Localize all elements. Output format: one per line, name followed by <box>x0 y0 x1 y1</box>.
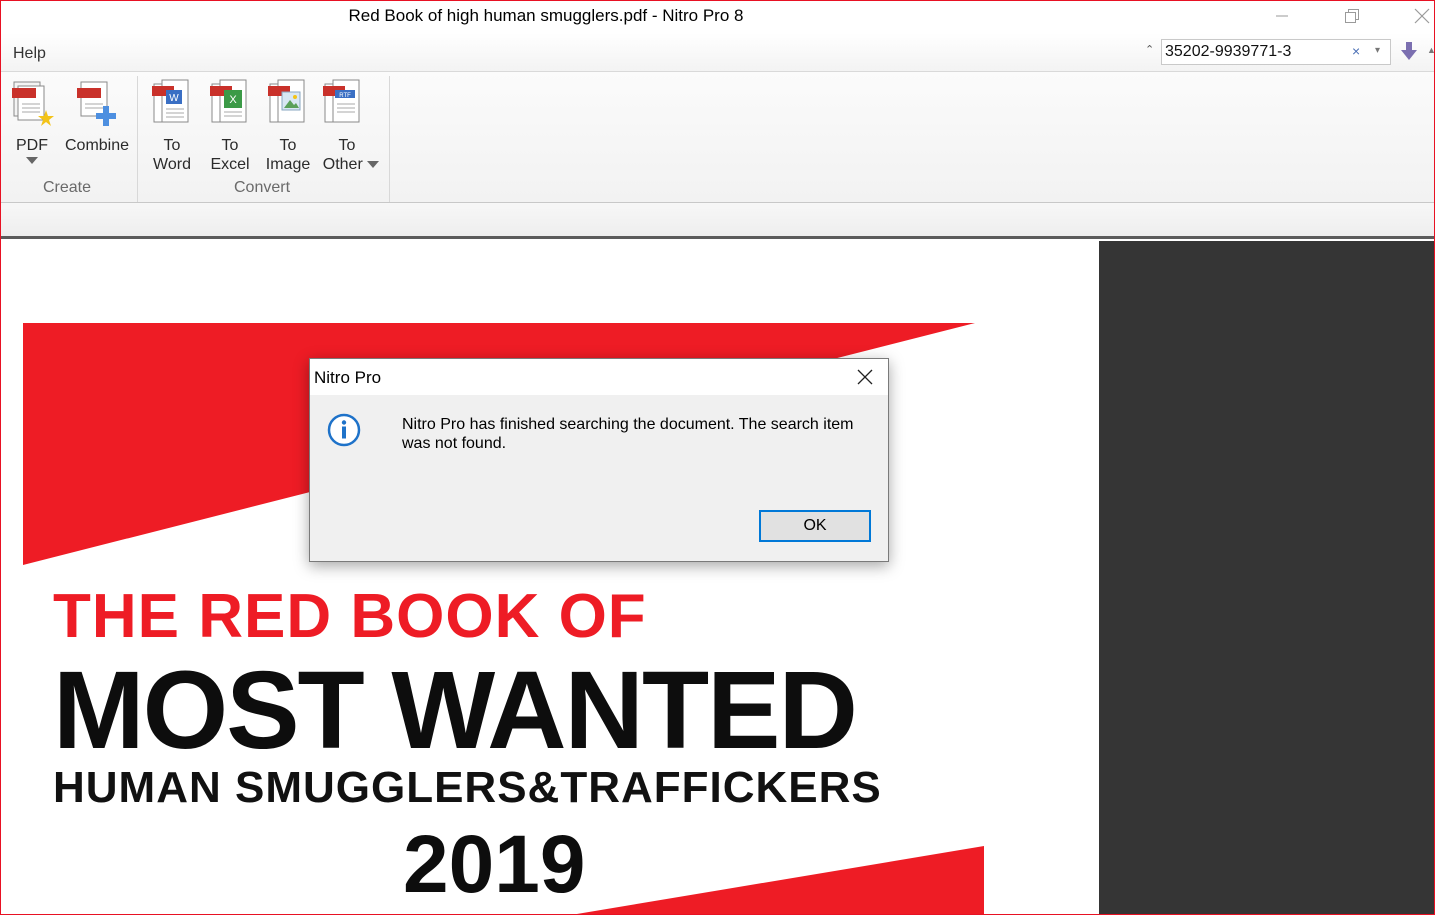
app-window: Red Book of high human smugglers.pdf - N… <box>0 0 1435 915</box>
rtf-document-icon: RTF <box>323 79 360 123</box>
title-bar: Red Book of high human smugglers.pdf - N… <box>1 1 1434 33</box>
cover-heading-main: MOST WANTED <box>53 649 858 772</box>
chevron-down-icon <box>367 161 380 169</box>
ribbon: PDF Combine Create W To Word X To Excel … <box>1 71 1434 203</box>
pdf-create-label: PDF <box>16 137 48 154</box>
menu-bar: Help ⌃ × ▾ ▲ <box>1 33 1434 71</box>
word-document-icon: W <box>152 79 189 123</box>
minimize-icon <box>1276 15 1288 17</box>
to-image-label-line2: Image <box>265 156 311 173</box>
combine-label: Combine <box>64 137 130 154</box>
svg-text:W: W <box>169 93 179 104</box>
to-other-button[interactable]: RTF To Other <box>317 78 385 174</box>
to-other-label-line1: To <box>338 137 356 154</box>
to-image-label-line1: To <box>279 137 297 154</box>
chevron-down-icon <box>26 157 38 164</box>
close-button[interactable] <box>1399 1 1434 31</box>
minimize-button[interactable] <box>1259 1 1305 31</box>
to-other-label-line2: Other <box>322 156 363 173</box>
to-excel-label-line1: To <box>221 137 239 154</box>
to-excel-label-line2: Excel <box>210 156 250 173</box>
convert-group-label: Convert <box>234 179 291 196</box>
search-bar: ⌃ × ▾ ▲ <box>1143 39 1434 65</box>
document-viewport[interactable]: THE RED BOOK OF MOST WANTED HUMAN SMUGGL… <box>1 241 1434 914</box>
pdf-create-button[interactable]: PDF <box>9 78 55 164</box>
cover-year: 2019 <box>403 819 586 910</box>
dialog-message: Nitro Pro has finished searching the doc… <box>402 416 854 452</box>
search-next-icon[interactable] <box>1399 39 1419 65</box>
svg-text:X: X <box>229 94 237 106</box>
search-box[interactable]: × ▾ <box>1161 39 1391 65</box>
cover-heading-red: THE RED BOOK OF <box>53 582 647 651</box>
restore-icon <box>1345 9 1359 23</box>
create-group-label: Create <box>43 179 92 196</box>
search-dropdown-icon[interactable]: ▾ <box>1375 45 1380 56</box>
to-word-label-line2: Word <box>153 156 191 173</box>
toolbar-strip <box>1 203 1434 239</box>
excel-document-icon: X <box>210 79 247 123</box>
ribbon-group-divider <box>137 76 138 202</box>
svg-text:RTF: RTF <box>339 93 351 99</box>
menu-item-help[interactable]: Help <box>13 45 46 63</box>
pdf-create-icon <box>12 81 54 126</box>
window-title: Red Book of high human smugglers.pdf - N… <box>348 6 744 25</box>
cover-subheading: HUMAN SMUGGLERS&TRAFFICKERS <box>53 763 882 812</box>
restore-button[interactable] <box>1329 1 1375 31</box>
info-icon <box>327 413 361 447</box>
combine-button[interactable]: Combine <box>61 78 133 155</box>
search-input[interactable] <box>1165 42 1345 62</box>
ribbon-group-divider <box>389 76 390 202</box>
dialog-title-bar: Nitro Pro <box>310 359 888 395</box>
to-excel-button[interactable]: X To Excel <box>205 78 255 174</box>
image-document-icon <box>268 79 305 123</box>
search-collapse-icon[interactable]: ⌃ <box>1145 43 1154 56</box>
to-image-button[interactable]: To Image <box>262 78 314 174</box>
to-word-button[interactable]: W To Word <box>147 78 197 174</box>
combine-files-icon <box>77 81 116 126</box>
message-dialog: Nitro Pro Nitro Pro has finished searchi… <box>309 358 889 562</box>
search-clear-icon[interactable]: × <box>1352 43 1360 59</box>
side-panel <box>1099 241 1434 914</box>
search-previous-icon[interactable]: ▲ <box>1427 45 1434 55</box>
close-icon <box>857 369 873 385</box>
close-icon <box>1414 8 1430 24</box>
to-word-label-line1: To <box>163 137 181 154</box>
dialog-close-button[interactable] <box>850 363 880 391</box>
ok-button[interactable]: OK <box>759 510 871 542</box>
dialog-title: Nitro Pro <box>314 368 382 387</box>
